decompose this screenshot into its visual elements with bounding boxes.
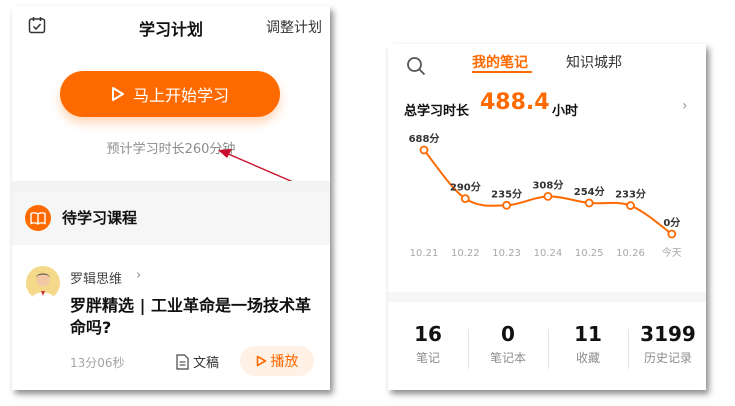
data-point <box>626 201 635 210</box>
stat-label: 笔记 <box>415 351 440 365</box>
course-title[interactable]: 罗胖精选 | 工业革命是一场技术革命吗? <box>70 295 320 339</box>
book-icon <box>25 205 51 231</box>
data-point <box>584 198 594 208</box>
stat-value: 0 <box>501 322 515 346</box>
stat-notes[interactable]: 16 笔记 <box>388 322 468 366</box>
data-label: 233分 <box>615 188 646 201</box>
data-point <box>667 229 677 239</box>
data-point <box>502 200 511 210</box>
chevron-right-icon[interactable]: › <box>136 268 141 283</box>
stat-favorites[interactable]: 11 收藏 <box>548 322 628 366</box>
x-tick-label: 10.22 <box>451 248 480 259</box>
stat-value: 11 <box>574 322 602 346</box>
data-point <box>419 145 429 155</box>
divider <box>12 181 330 191</box>
x-tick-label: 10.26 <box>616 248 645 259</box>
data-label: 235分 <box>491 187 522 200</box>
data-point <box>460 194 470 203</box>
stat-history[interactable]: 3199 历史记录 <box>628 322 706 366</box>
study-plan-panel: 学习计划 调整计划 马上开始学习 预计学习时长260分钟 待学习课程 罗辑思维 … <box>12 6 330 390</box>
data-label: 688分 <box>409 132 440 145</box>
pending-courses-header: 待学习课程 <box>12 191 330 245</box>
section-title: 待学习课程 <box>62 209 138 227</box>
x-tick-label: 10.23 <box>492 248 521 259</box>
stat-notebooks[interactable]: 0 笔记本 <box>468 322 548 366</box>
x-tick-label: 10.24 <box>534 248 563 259</box>
x-tick-label: 今天 <box>662 246 682 259</box>
total-study-time-unit: 小时 <box>552 104 579 119</box>
stat-label: 收藏 <box>575 351 600 365</box>
stat-value: 3199 <box>640 322 696 346</box>
play-button[interactable]: 播放 <box>240 346 314 376</box>
data-label: 308分 <box>532 178 563 191</box>
stat-label: 历史记录 <box>643 351 692 365</box>
search-icon[interactable] <box>406 56 426 76</box>
data-label: 254分 <box>574 185 605 198</box>
x-tick-label: 10.25 <box>575 248 604 259</box>
data-label: 0分 <box>663 216 680 229</box>
course-duration: 13分06秒 <box>70 356 125 370</box>
author-name[interactable]: 罗辑思维 <box>70 268 122 287</box>
total-study-time-value: 488.4 <box>480 90 550 115</box>
transcript-label: 文稿 <box>193 356 220 371</box>
data-point <box>543 191 553 201</box>
divider <box>388 292 706 302</box>
data-label: 290分 <box>450 181 481 194</box>
active-tab-indicator <box>472 71 532 73</box>
header: 学习计划 调整计划 <box>12 6 330 46</box>
stat-label: 笔记本 <box>489 351 526 365</box>
my-notes-panel: 我的笔记 知识城邦 总学习时长 488.4 小时 › 688分 10.21 290分… <box>388 44 706 390</box>
start-learning-label: 马上开始学习 <box>132 86 229 105</box>
x-tick-label: 10.21 <box>410 248 439 259</box>
play-icon <box>111 87 124 101</box>
total-study-time-label: 总学习时长 <box>404 104 470 119</box>
tab-knowledge-city[interactable]: 知识城邦 <box>566 52 622 72</box>
adjust-plan-button[interactable]: 调整计划 <box>266 17 322 37</box>
transcript-button[interactable]: 文稿 <box>176 352 219 371</box>
play-icon <box>256 355 266 367</box>
start-learning-button[interactable]: 马上开始学习 <box>60 71 280 117</box>
study-time-chart: 688分 10.21 290分 10.22 235分 10.23 308分 10.24 254分… <box>409 132 682 259</box>
author-avatar[interactable] <box>26 266 60 300</box>
stat-value: 16 <box>414 322 442 346</box>
document-icon <box>176 353 189 370</box>
chevron-right-icon[interactable]: › <box>682 98 688 114</box>
tab-my-notes[interactable]: 我的笔记 <box>472 52 528 72</box>
play-label: 播放 <box>270 354 299 370</box>
